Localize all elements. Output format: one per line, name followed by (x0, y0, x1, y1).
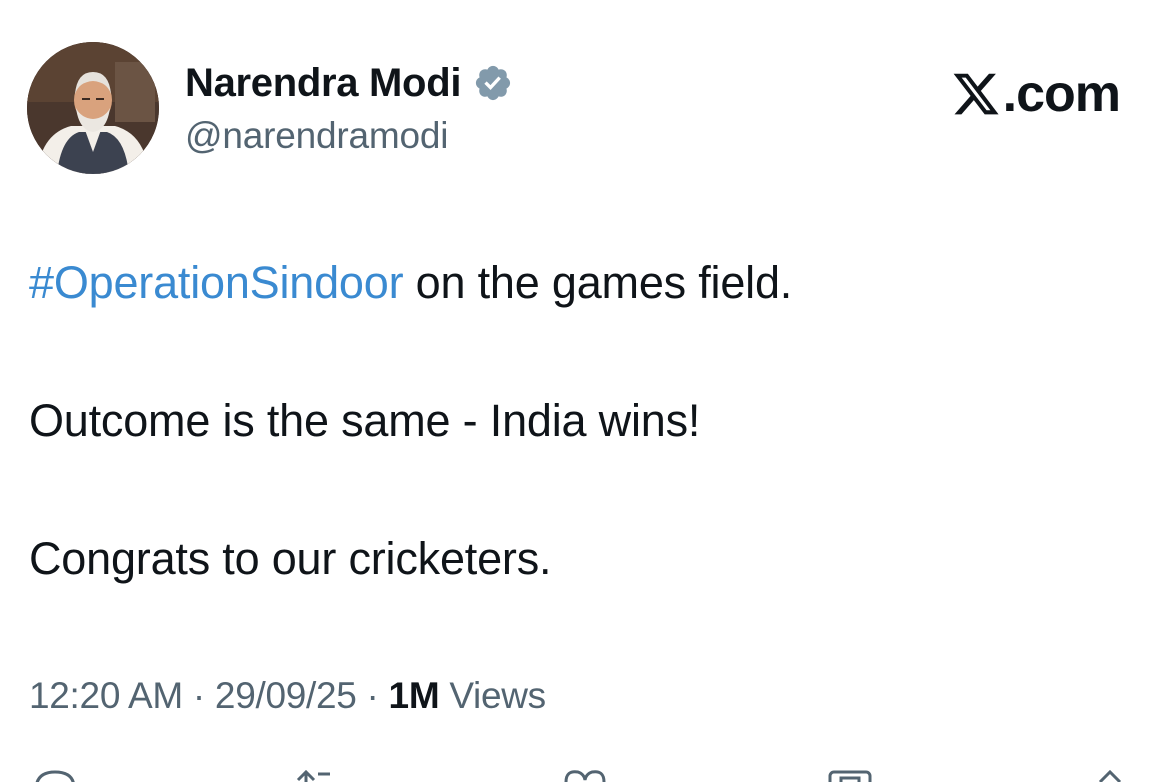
share-icon[interactable] (1090, 768, 1130, 782)
tweet-meta: 12:20 AM · 29/09/25 · 1M Views (29, 675, 546, 717)
display-name-row: Narendra Modi (185, 59, 513, 107)
tweet-line-3: Congrats to our cricketers. (29, 533, 552, 584)
retweet-icon[interactable] (290, 768, 340, 782)
hashtag-link[interactable]: #OperationSindoor (29, 257, 404, 308)
views-count: 1M (388, 675, 440, 716)
meta-separator: · (356, 675, 389, 716)
tweet-line-1-text: on the games field. (403, 257, 793, 308)
tweet-time[interactable]: 12:20 AM (29, 675, 183, 716)
x-logo-icon (953, 73, 999, 115)
brand-watermark: .com (951, 64, 1121, 124)
like-icon[interactable] (560, 768, 610, 782)
bookmark-icon[interactable] (825, 768, 875, 782)
views-label: Views (439, 675, 546, 716)
avatar[interactable] (27, 42, 159, 174)
tweet-line-2: Outcome is the same - India wins! (29, 395, 701, 446)
user-block: Narendra Modi @narendramodi (185, 59, 513, 157)
brand-text: .com (1002, 65, 1121, 123)
action-bar (0, 768, 1170, 782)
tweet-line-1: #OperationSindoor on the games field. (29, 256, 1139, 310)
tweet-date[interactable]: 29/09/25 (215, 675, 357, 716)
meta-separator: · (182, 675, 215, 716)
tweet-text: #OperationSindoor on the games field. Ou… (29, 256, 1139, 586)
handle[interactable]: @narendramodi (185, 115, 513, 157)
avatar-image (27, 42, 159, 174)
reply-icon[interactable] (30, 768, 80, 782)
verified-badge-icon (473, 63, 513, 103)
display-name[interactable]: Narendra Modi (185, 61, 461, 106)
tweet-header: Narendra Modi @narendramodi .com (27, 42, 1121, 176)
